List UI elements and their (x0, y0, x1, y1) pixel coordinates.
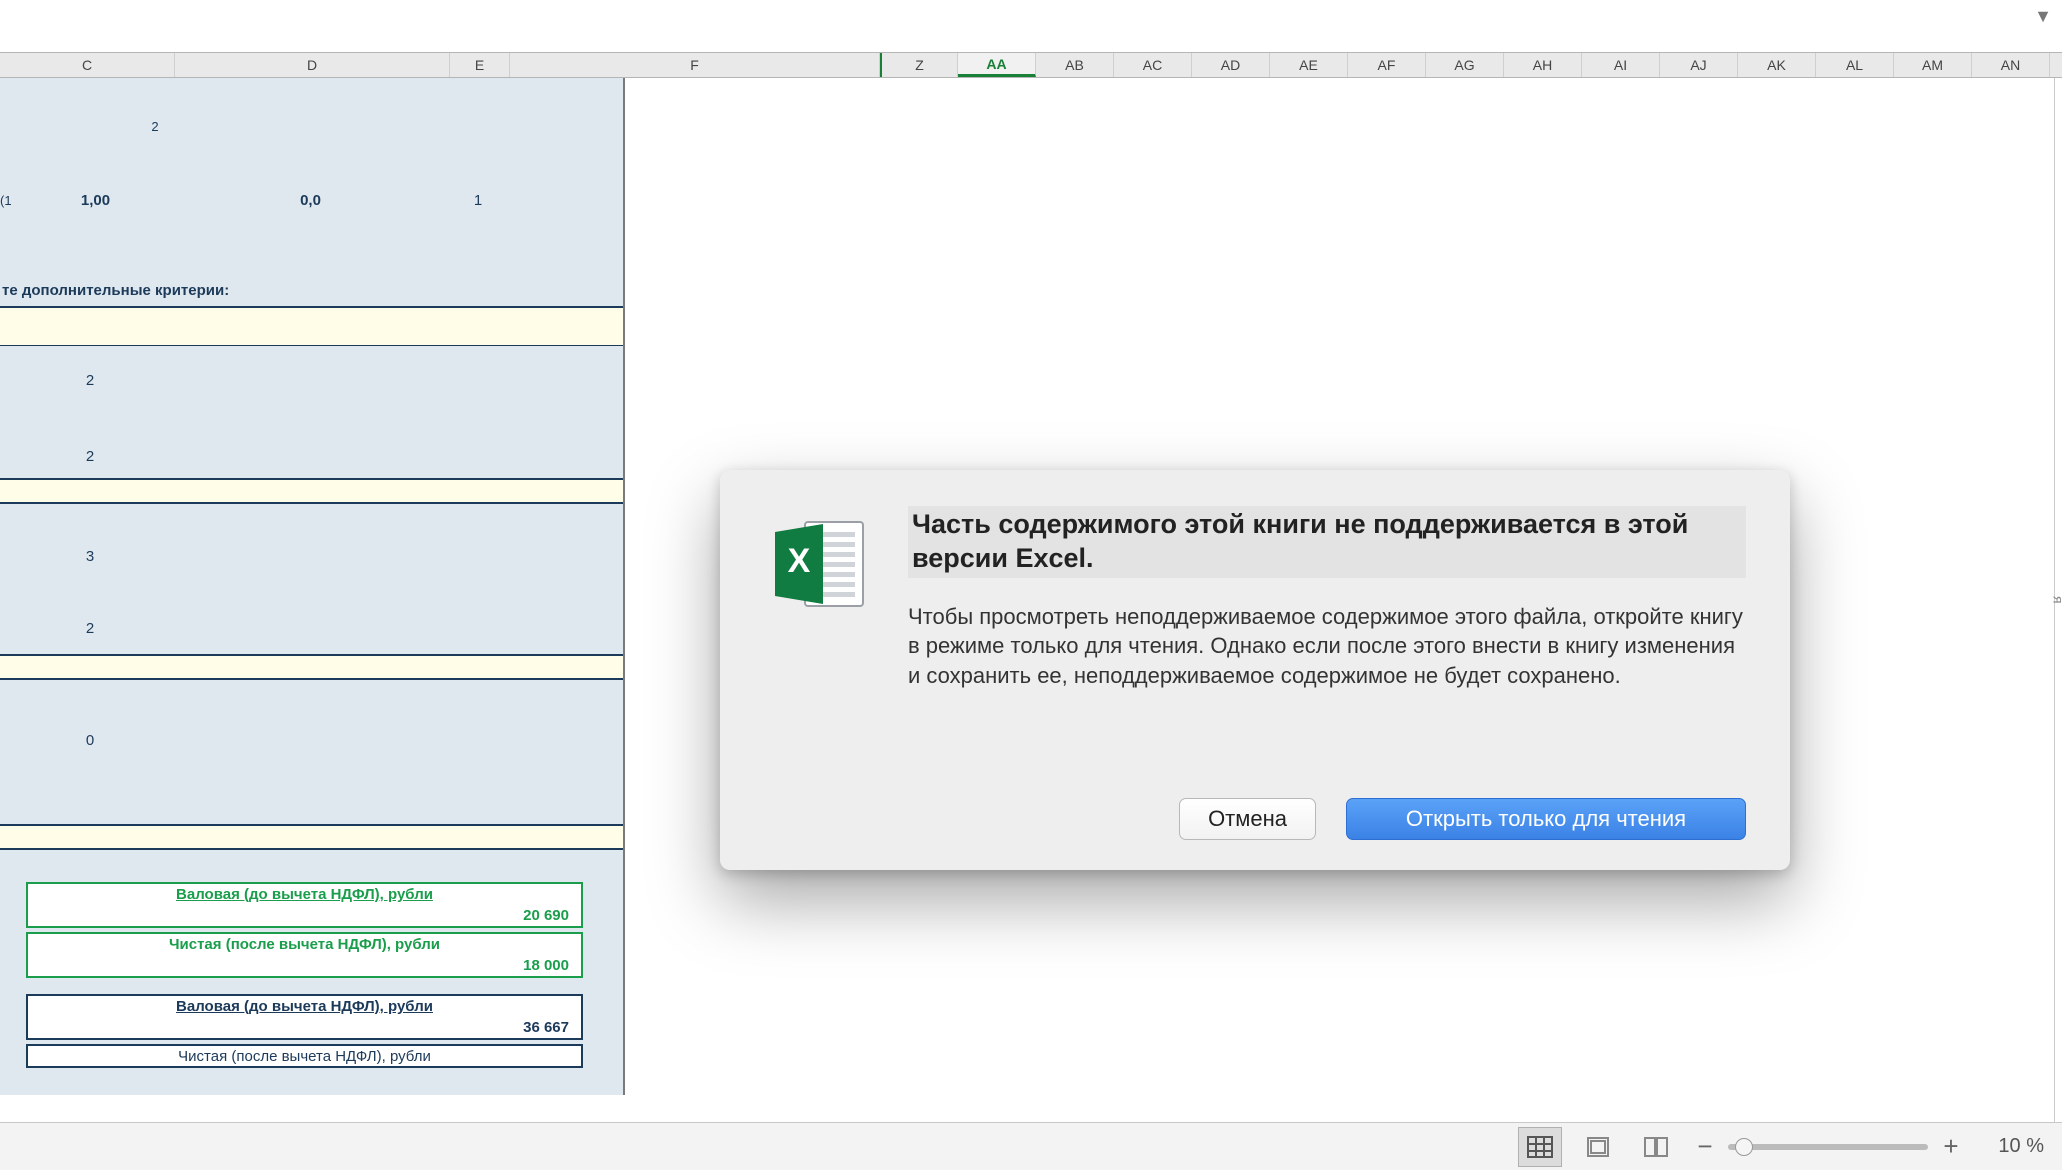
cell[interactable]: 1 (448, 192, 508, 209)
column-header-row: CDEFZAAABACADAEAFAGAHAIAJAKALAMAN (0, 52, 2062, 78)
worksheet-area[interactable]: 2 (1 1,00 0,0 1 те дополнительные критер… (0, 78, 625, 1095)
net-green-label: Чистая (после вычета НДФЛ), рубли (28, 934, 581, 953)
column-header-Z[interactable]: Z (880, 53, 958, 77)
column-header-AJ[interactable]: AJ (1660, 53, 1738, 77)
compatibility-dialog: X Часть содержимого этой книги не поддер… (720, 470, 1790, 870)
zoom-in-button[interactable]: + (1938, 1131, 1964, 1162)
svg-text:X: X (788, 542, 811, 580)
criteria-label: те дополнительные критерии: (0, 282, 229, 299)
zoom-level-label[interactable]: 10 % (1974, 1135, 2044, 1158)
gross-navy-label: Валовая (до вычета НДФЛ), рубли (28, 996, 581, 1015)
cell[interactable]: 2 (0, 448, 180, 465)
column-header-AI[interactable]: AI (1582, 53, 1660, 77)
view-page-layout-button[interactable] (1576, 1127, 1620, 1167)
view-page-break-button[interactable] (1634, 1127, 1678, 1167)
cell[interactable]: (1 (0, 193, 18, 208)
zoom-slider[interactable] (1728, 1144, 1928, 1150)
zoom-out-button[interactable]: − (1692, 1131, 1718, 1162)
net-green-value: 18 000 (523, 957, 581, 974)
column-header-AA[interactable]: AA (958, 53, 1036, 77)
gross-navy-value: 36 667 (523, 1019, 581, 1036)
column-header-AE[interactable]: AE (1270, 53, 1348, 77)
status-bar: − + 10 % (0, 1122, 2062, 1170)
column-header-F[interactable]: F (510, 53, 880, 77)
cell[interactable]: 2 (0, 119, 310, 134)
column-header-AF[interactable]: AF (1348, 53, 1426, 77)
column-header-AN[interactable]: AN (1972, 53, 2050, 77)
open-readonly-button[interactable]: Открыть только для чтения (1346, 798, 1746, 840)
cell[interactable]: 0 (0, 732, 180, 749)
dialog-body: Чтобы просмотреть неподдерживаемое содер… (908, 602, 1746, 691)
column-header-AM[interactable]: AM (1894, 53, 1972, 77)
column-header-AD[interactable]: AD (1192, 53, 1270, 77)
excel-app-icon: X (764, 506, 874, 840)
dialog-title: Часть содержимого этой книги не поддержи… (908, 506, 1746, 578)
ribbon-collapse-chevron[interactable]: ▼ (2034, 6, 2052, 27)
column-header-E[interactable]: E (450, 53, 510, 77)
column-header-AK[interactable]: AK (1738, 53, 1816, 77)
view-normal-button[interactable] (1518, 1127, 1562, 1167)
column-header-AC[interactable]: AC (1114, 53, 1192, 77)
gross-green-value: 20 690 (523, 907, 581, 924)
column-header-AL[interactable]: AL (1816, 53, 1894, 77)
gross-green-label: Валовая (до вычета НДФЛ), рубли (28, 884, 581, 903)
column-header-D[interactable]: D (175, 53, 450, 77)
cell[interactable]: 2 (0, 620, 180, 637)
column-header-AH[interactable]: AH (1504, 53, 1582, 77)
cell[interactable]: 3 (0, 548, 180, 565)
cell[interactable]: 1,00 (18, 192, 173, 209)
column-header-C[interactable]: C (0, 53, 175, 77)
cell[interactable]: 0,0 (173, 192, 448, 209)
column-header-AG[interactable]: AG (1426, 53, 1504, 77)
net-navy-label: Чистая (после вычета НДФЛ), рубли (28, 1046, 581, 1065)
column-header-AB[interactable]: AB (1036, 53, 1114, 77)
right-gutter: я (2054, 78, 2062, 1122)
cell[interactable]: 2 (0, 372, 180, 389)
cancel-button[interactable]: Отмена (1179, 798, 1316, 840)
